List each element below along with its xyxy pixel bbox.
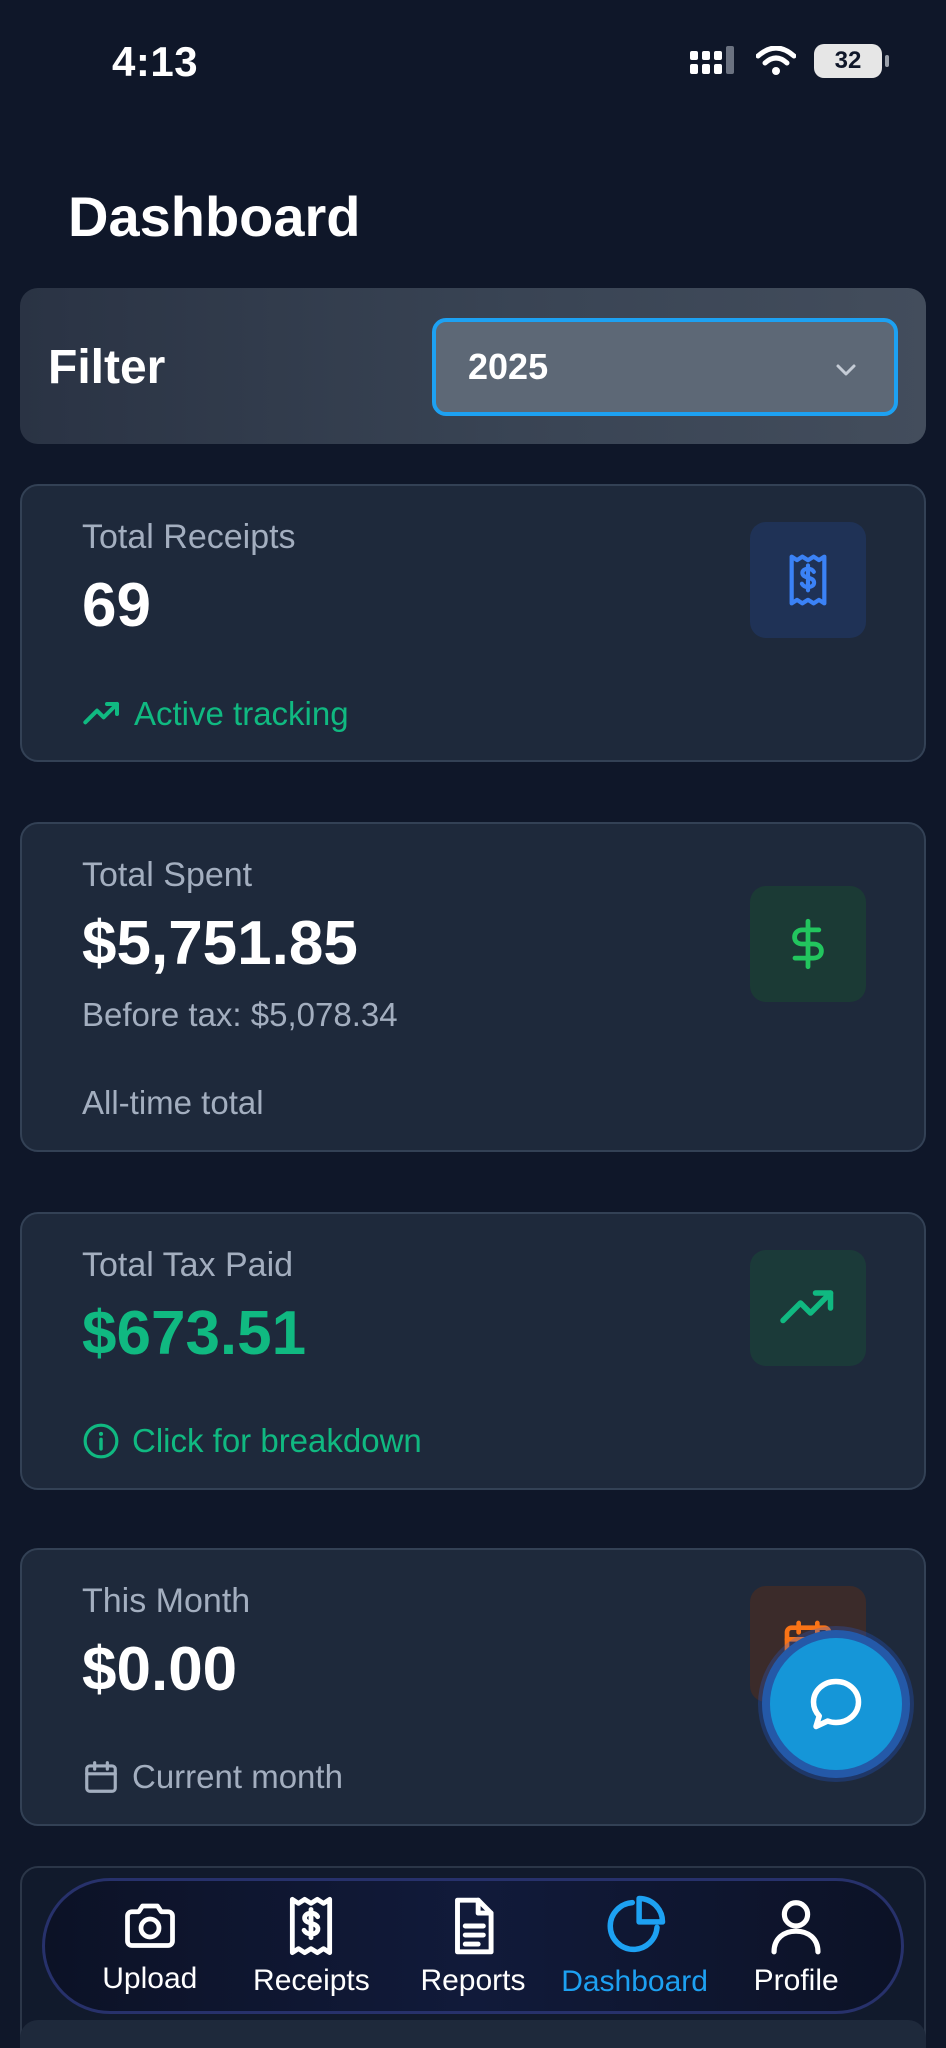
nav-item-reports[interactable]: Reports — [393, 1894, 553, 1998]
card-footer: Active tracking — [82, 694, 349, 734]
year-filter-select[interactable]: 2025 — [432, 318, 898, 416]
card-footer-text: All-time total — [82, 1084, 264, 1121]
pie-chart-icon — [607, 1895, 665, 1953]
info-icon — [83, 1423, 119, 1459]
card-label: Total Spent — [82, 856, 253, 894]
page-title: Dashboard — [68, 185, 361, 248]
card-label: Total Receipts — [82, 518, 296, 556]
bottom-nav: Upload Receipts Reports Dashboard Profil… — [42, 1878, 904, 2014]
filter-bar: Filter 2025 — [20, 288, 926, 444]
nav-item-profile[interactable]: Profile — [716, 1894, 876, 1998]
chat-bubble-icon — [810, 1678, 862, 1730]
filter-selected-value: 2025 — [468, 346, 549, 387]
filter-label: Filter — [48, 341, 166, 394]
total-spent-card[interactable]: Total Spent $5,751.85 Before tax: $5,078… — [20, 822, 926, 1152]
trending-up-icon — [780, 1290, 834, 1324]
card-footer: Current month — [82, 1758, 343, 1796]
calendar-icon — [85, 1761, 117, 1793]
total-tax-paid-card[interactable]: Total Tax Paid $673.51 Click for breakdo… — [20, 1212, 926, 1490]
nav-item-receipts[interactable]: Receipts — [231, 1894, 391, 1998]
dollar-icon-tile — [750, 886, 866, 1002]
card-value: $0.00 — [82, 1635, 238, 1704]
nav-label: Reports — [420, 1964, 526, 1997]
status-bar: 4:13 32 — [0, 0, 946, 120]
card-value: $673.51 — [82, 1299, 307, 1368]
receipt-icon — [789, 554, 827, 606]
chat-button[interactable] — [762, 1630, 910, 1778]
nav-item-dashboard[interactable]: Dashboard — [555, 1893, 715, 1999]
card-value: 69 — [82, 571, 151, 640]
card-footer-text: Current month — [132, 1758, 343, 1795]
dollar-icon — [792, 918, 824, 970]
receipt-icon-tile — [750, 522, 866, 638]
wifi-icon — [756, 46, 796, 75]
signal-icon — [690, 46, 734, 74]
screen: 4:13 32 Dashboard Filter 2025 Total Rece… — [0, 0, 946, 2048]
card-label: Total Tax Paid — [82, 1246, 294, 1284]
user-icon — [771, 1900, 821, 1955]
card-label: This Month — [82, 1582, 251, 1620]
battery-indicator: 32 — [814, 44, 889, 78]
document-icon — [455, 1897, 494, 1955]
camera-icon — [124, 1903, 175, 1948]
nav-label: Receipts — [253, 1964, 370, 1997]
card-footer-text: Active tracking — [134, 695, 349, 732]
bottom-card-peek — [20, 2020, 926, 2048]
trending-up-icon — [83, 702, 119, 725]
card-footer: All-time total — [82, 1084, 264, 1122]
status-icons: 32 — [690, 44, 889, 78]
receipt-icon — [290, 1896, 333, 1956]
total-receipts-card[interactable]: Total Receipts 69 Active tracking — [20, 484, 926, 762]
battery-level: 32 — [834, 47, 862, 74]
card-footer-text: Click for breakdown — [132, 1422, 422, 1459]
status-time: 4:13 — [112, 38, 199, 85]
card-value: $5,751.85 — [82, 909, 358, 978]
nav-label: Dashboard — [561, 1965, 708, 1998]
card-subtext: Before tax: $5,078.34 — [82, 996, 398, 1033]
chevron-down-icon — [836, 364, 856, 376]
trending-icon-tile — [750, 1250, 866, 1366]
breakdown-link[interactable]: Click for breakdown — [82, 1422, 422, 1460]
nav-label: Profile — [753, 1964, 839, 1997]
nav-item-upload[interactable]: Upload — [70, 1896, 230, 1996]
nav-label: Upload — [102, 1962, 198, 1995]
